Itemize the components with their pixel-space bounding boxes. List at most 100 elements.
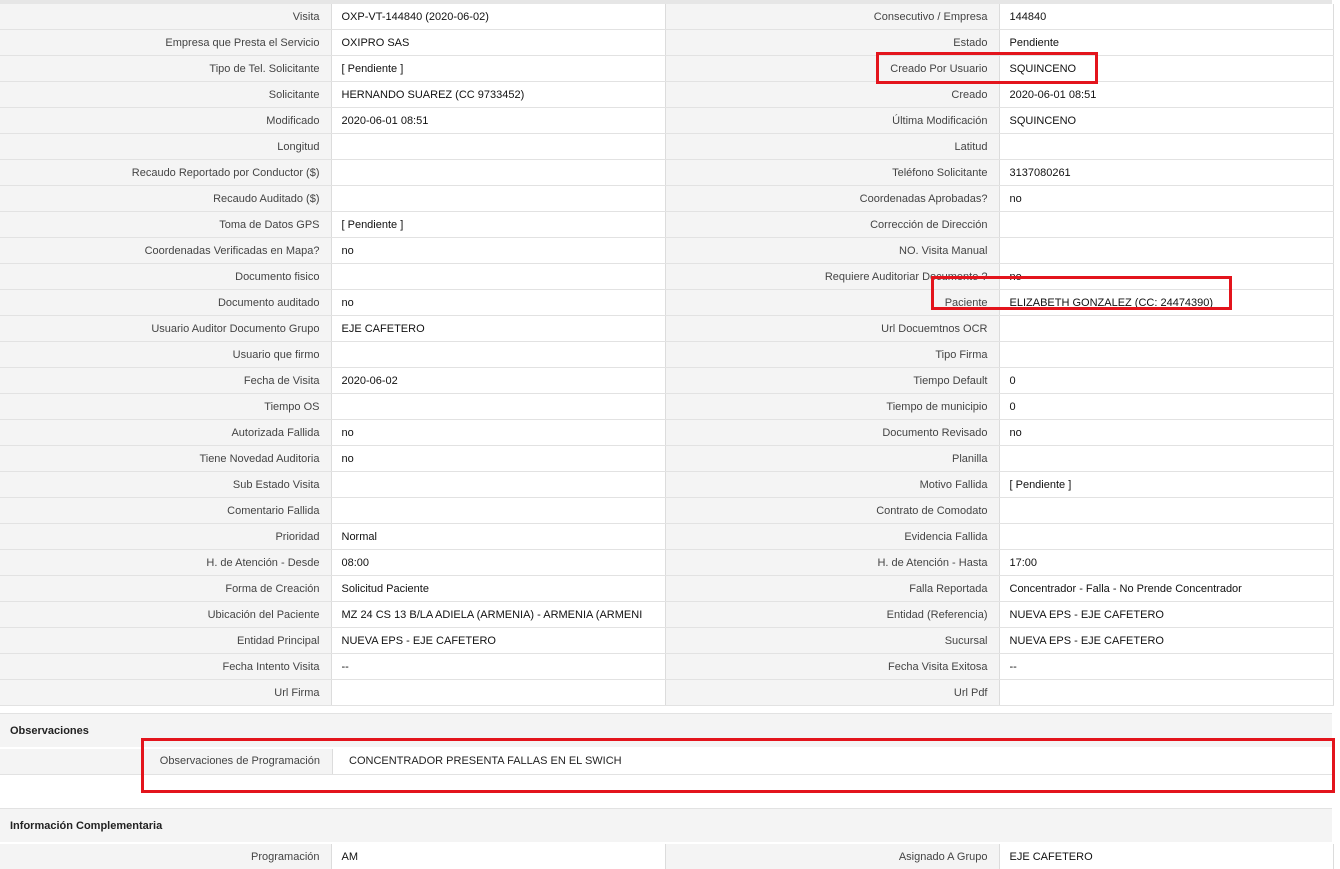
field-value: NUEVA EPS - EJE CAFETERO bbox=[998, 627, 1334, 654]
field-value bbox=[330, 185, 666, 212]
field-label: Forma de Creación bbox=[0, 575, 331, 602]
field-label: Asignado A Grupo bbox=[665, 844, 999, 869]
field-value: 0 bbox=[998, 393, 1334, 420]
observaciones-row: Observaciones de Programación CONCENTRAD… bbox=[0, 749, 1332, 775]
field-value: ELIZABETH GONZALEZ (CC: 24474390) bbox=[998, 289, 1334, 316]
field-value: 17:00 bbox=[998, 549, 1334, 576]
table-row: Coordenadas Verificadas en Mapa? no NO. V… bbox=[0, 237, 1334, 264]
table-row: Tipo de Tel. Solicitante[ Pendiente ] Cre… bbox=[0, 55, 1334, 82]
field-label: Toma de Datos GPS bbox=[0, 211, 331, 238]
field-value bbox=[330, 497, 666, 524]
field-label: Fecha Visita Exitosa bbox=[665, 653, 999, 680]
field-label: Corrección de Dirección bbox=[665, 211, 999, 238]
field-label: Programación bbox=[0, 844, 331, 869]
table-row: Autorizada Fallida no Documento Revisado … bbox=[0, 419, 1334, 446]
table-row: Usuario Auditor Documento Grupo EJE CAFET… bbox=[0, 315, 1334, 342]
field-label: H. de Atención - Desde bbox=[0, 549, 331, 576]
field-label: Consecutivo / Empresa bbox=[665, 4, 999, 30]
field-value: 2020-06-02 bbox=[330, 367, 666, 394]
field-label: Última Modificación bbox=[665, 107, 999, 134]
field-label: Tiene Novedad Auditoria bbox=[0, 445, 331, 472]
field-value bbox=[330, 679, 666, 706]
field-value: MZ 24 CS 13 B/LA ADIELA (ARMENIA) - ARME… bbox=[330, 601, 666, 628]
field-label: Observaciones de Programación bbox=[0, 749, 332, 774]
field-value: -- bbox=[998, 653, 1334, 680]
table-row: Documento fisico Requiere Auditoriar Docu… bbox=[0, 263, 1334, 290]
field-label: Url Firma bbox=[0, 679, 331, 706]
field-label: Longitud bbox=[0, 133, 331, 160]
field-value bbox=[998, 237, 1334, 264]
table-row: Entidad Principal NUEVA EPS - EJE CAFETER… bbox=[0, 627, 1334, 654]
table-row: Tiempo OS Tiempo de municipio 0 bbox=[0, 393, 1334, 420]
field-label: Falla Reportada bbox=[665, 575, 999, 602]
field-label: Fecha de Visita bbox=[0, 367, 331, 394]
field-value: NUEVA EPS - EJE CAFETERO bbox=[998, 601, 1334, 628]
field-value: 144840 bbox=[998, 4, 1334, 30]
field-label: Entidad Principal bbox=[0, 627, 331, 654]
field-label: Tiempo Default bbox=[665, 367, 999, 394]
field-value: SQUINCENO bbox=[998, 107, 1334, 134]
field-value: no bbox=[330, 445, 666, 472]
field-label: Sucursal bbox=[665, 627, 999, 654]
field-value: EJE CAFETERO bbox=[998, 844, 1334, 869]
table-row: Prioridad Normal Evidencia Fallida bbox=[0, 523, 1334, 550]
field-label: Coordenadas Verificadas en Mapa? bbox=[0, 237, 331, 264]
field-label: Prioridad bbox=[0, 523, 331, 550]
field-value bbox=[998, 341, 1334, 368]
field-label: Url Docuemtnos OCR bbox=[665, 315, 999, 342]
field-value bbox=[998, 445, 1334, 472]
table-row: Longitud Latitud bbox=[0, 133, 1334, 160]
table-row: Comentario Fallida Contrato de Comodato bbox=[0, 497, 1334, 524]
field-label: Teléfono Solicitante bbox=[665, 159, 999, 186]
field-label: Motivo Fallida bbox=[665, 471, 999, 498]
field-label: Coordenadas Aprobadas? bbox=[665, 185, 999, 212]
field-label: Latitud bbox=[665, 133, 999, 160]
field-label: Autorizada Fallida bbox=[0, 419, 331, 446]
table-row: Url Firma Url Pdf bbox=[0, 679, 1334, 706]
field-label: Url Pdf bbox=[665, 679, 999, 706]
table-row: Modificado 2020-06-01 08:51 Última Modific… bbox=[0, 107, 1334, 134]
table-row: Forma de Creación Solicitud Paciente Falla… bbox=[0, 575, 1334, 602]
field-label: Documento auditado bbox=[0, 289, 331, 316]
field-value bbox=[998, 497, 1334, 524]
table-row: Programación AM Asignado A Grupo EJE CAF… bbox=[0, 844, 1334, 869]
field-value: [ Pendiente ] bbox=[330, 55, 666, 82]
field-value bbox=[330, 471, 666, 498]
field-value: no bbox=[330, 237, 666, 264]
field-value: no bbox=[998, 419, 1334, 446]
field-value: Normal bbox=[330, 523, 666, 550]
field-label: Tipo Firma bbox=[665, 341, 999, 368]
field-label: Evidencia Fallida bbox=[665, 523, 999, 550]
field-value: NUEVA EPS - EJE CAFETERO bbox=[330, 627, 666, 654]
table-row: Fecha de Visita 2020-06-02 Tiempo Default… bbox=[0, 367, 1334, 394]
field-label: Paciente bbox=[665, 289, 999, 316]
field-value bbox=[330, 341, 666, 368]
field-value bbox=[998, 211, 1334, 238]
table-row: Tiene Novedad Auditoria no Planilla bbox=[0, 445, 1334, 472]
field-value: -- bbox=[330, 653, 666, 680]
field-value: no bbox=[330, 289, 666, 316]
field-value: Concentrador - Falla - No Prende Concent… bbox=[998, 575, 1334, 602]
field-label: Fecha Intento Visita bbox=[0, 653, 331, 680]
field-value: OXIPRO SAS bbox=[330, 29, 666, 56]
field-value: Solicitud Paciente bbox=[330, 575, 666, 602]
field-label: Planilla bbox=[665, 445, 999, 472]
info-complementaria-header: Información Complementaria bbox=[0, 808, 1332, 842]
field-value: [ Pendiente ] bbox=[998, 471, 1334, 498]
field-label: Recaudo Auditado ($) bbox=[0, 185, 331, 212]
field-value: Pendiente bbox=[998, 29, 1334, 56]
field-value: 0 bbox=[998, 367, 1334, 394]
observaciones-header: Observaciones bbox=[0, 713, 1332, 747]
field-value: no bbox=[330, 419, 666, 446]
field-label: Tiempo de municipio bbox=[665, 393, 999, 420]
table-row: Documento auditado no Paciente ELIZABETH G… bbox=[0, 289, 1334, 316]
field-label: Comentario Fallida bbox=[0, 497, 331, 524]
table-row: Toma de Datos GPS[ Pendiente ] Corrección… bbox=[0, 211, 1334, 238]
field-label: Documento Revisado bbox=[665, 419, 999, 446]
field-value: 08:00 bbox=[330, 549, 666, 576]
table-row: Ubicación del Paciente MZ 24 CS 13 B/LA A… bbox=[0, 601, 1334, 628]
field-label: Entidad (Referencia) bbox=[665, 601, 999, 628]
table-row: H. de Atención - Desde 08:00 H. de Atenció… bbox=[0, 549, 1334, 576]
field-label: Solicitante bbox=[0, 81, 331, 108]
field-value: no bbox=[998, 263, 1334, 290]
